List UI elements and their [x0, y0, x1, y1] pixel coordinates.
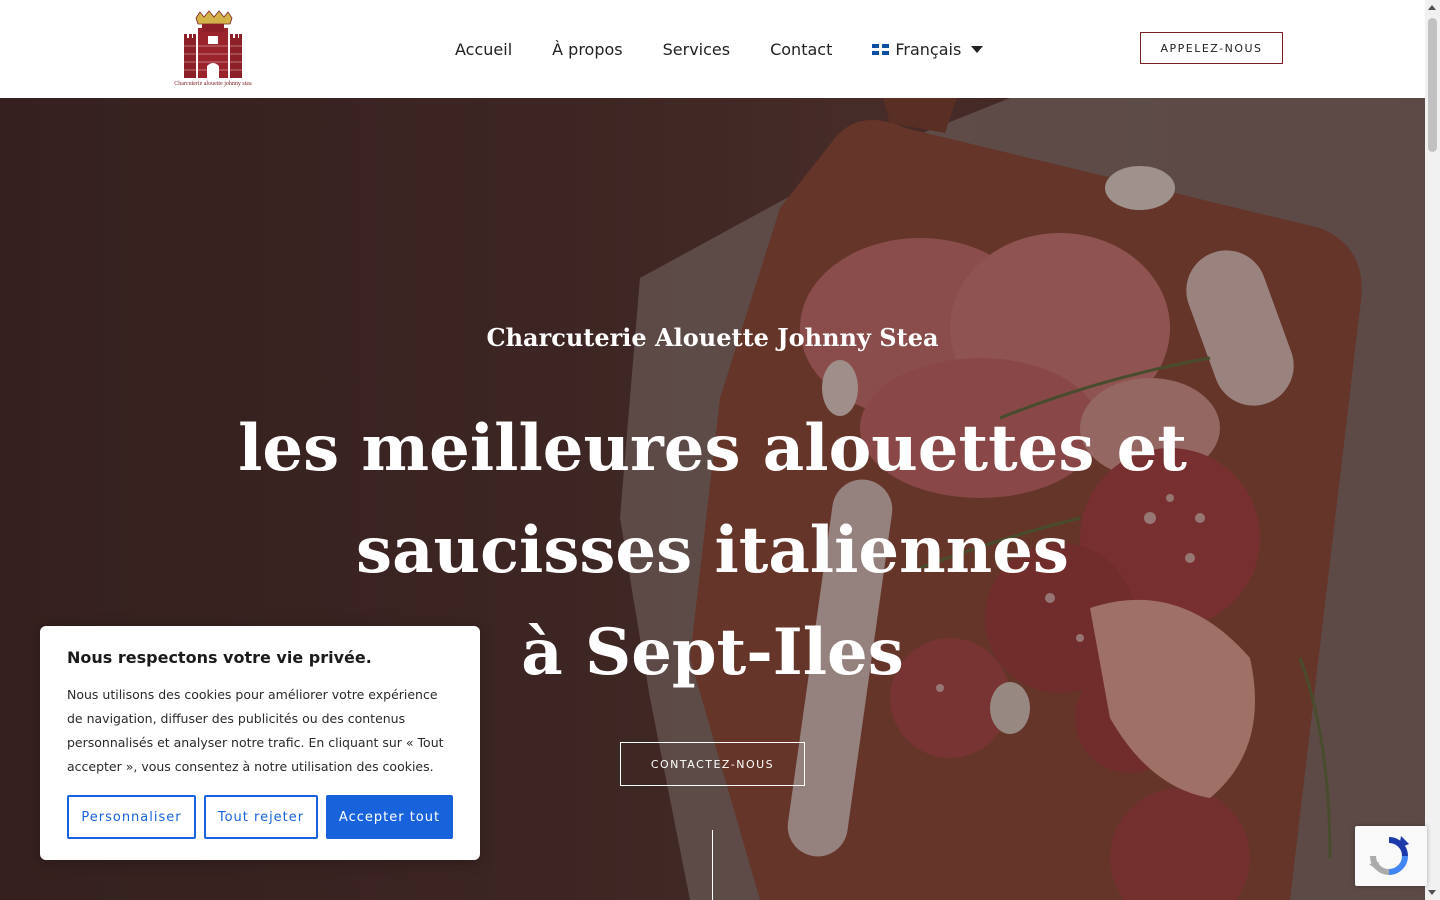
nav-accueil[interactable]: Accueil: [455, 40, 512, 59]
scroll-up-arrow-icon[interactable]: [1428, 5, 1436, 10]
cookie-consent-banner: Nous respectons votre vie privée. Nous u…: [40, 626, 480, 860]
cookie-title: Nous respectons votre vie privée.: [67, 648, 372, 667]
nav-services[interactable]: Services: [663, 40, 730, 59]
headline-line-1: les meilleures alouettes et: [238, 411, 1187, 486]
logo-caption: Charcuterie alouette johnny stea: [174, 81, 252, 87]
hero-eyebrow: Charcuterie Alouette Johnny Stea: [486, 323, 939, 352]
scroll-indicator-line: [712, 830, 713, 900]
language-switcher[interactable]: Français: [872, 39, 984, 59]
page-scrollbar[interactable]: [1425, 0, 1440, 900]
customize-cookies-button[interactable]: Personnaliser: [67, 795, 196, 839]
caret-down-icon: [971, 45, 984, 53]
scroll-down-arrow-icon[interactable]: [1428, 890, 1436, 895]
scrollbar-thumb[interactable]: [1428, 18, 1437, 152]
cookie-actions: Personnaliser Tout rejeter Accepter tout: [67, 795, 453, 839]
reject-all-button[interactable]: Tout rejeter: [204, 795, 318, 839]
call-us-button[interactable]: APPELEZ-NOUS: [1140, 32, 1283, 64]
castle-crown-logo-icon: [184, 10, 242, 78]
recaptcha-badge[interactable]: [1355, 826, 1427, 886]
cookie-description: Nous utilisons des cookies pour améliore…: [67, 687, 444, 774]
quebec-flag-icon: [872, 43, 890, 55]
main-nav: Accueil À propos Services Contact França…: [455, 37, 984, 61]
accept-all-button[interactable]: Accepter tout: [326, 795, 453, 839]
headline-line-2: saucisses italiennes: [356, 513, 1069, 588]
site-header: Charcuterie alouette johnny stea Accueil…: [0, 0, 1425, 98]
headline-line-3: à Sept-Iles: [521, 615, 904, 690]
language-label: Français: [895, 39, 962, 59]
recaptcha-icon: [1369, 836, 1409, 875]
site-logo[interactable]: Charcuterie alouette johnny stea: [172, 10, 254, 90]
nav-a-propos[interactable]: À propos: [552, 40, 622, 59]
nav-contact[interactable]: Contact: [770, 40, 832, 59]
contact-us-button[interactable]: CONTACTEZ-NOUS: [620, 742, 805, 786]
